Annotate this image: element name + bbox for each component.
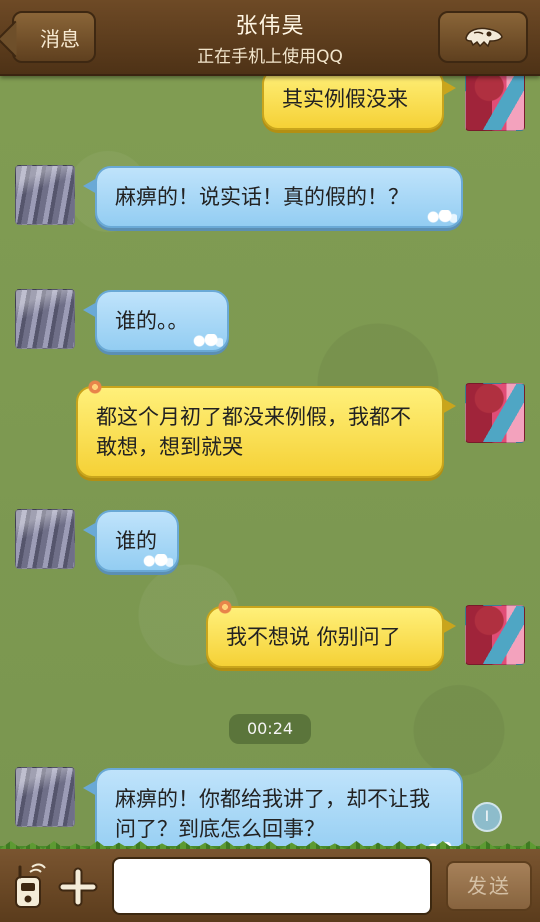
message-bubble-received[interactable]: 麻痹的！说实话！真的假的！？ [83, 166, 463, 228]
back-button-label: 消息 [40, 26, 80, 51]
message-bubble-sent[interactable]: 其实例假没来 [262, 76, 456, 130]
message-bubble-sent[interactable]: 我不想说 你别问了 [206, 600, 456, 668]
message-input[interactable] [112, 857, 432, 915]
message-bubble-received[interactable]: 谁的。。 [83, 290, 229, 352]
message-text: 我不想说 你别问了 [226, 625, 401, 649]
message-bubble-received[interactable]: 谁的 [83, 510, 179, 572]
chat-header: 消息 张伟昊 正在手机上使用QQ [0, 0, 540, 76]
more-options-button[interactable] [58, 867, 98, 907]
my-avatar[interactable] [465, 383, 525, 443]
dinosaur-skull-icon [465, 27, 503, 48]
send-button[interactable]: 发送 [446, 861, 532, 911]
contact-name: 张伟昊 [235, 14, 305, 39]
message-bubble-received[interactable]: 麻痹的！你都给我讲了，却不让我问了？到底怎么回事？ [83, 768, 463, 846]
message-text: 谁的 [115, 529, 157, 553]
friend-avatar[interactable] [15, 509, 75, 569]
voice-button[interactable] [10, 863, 46, 909]
my-avatar[interactable] [465, 605, 525, 665]
message-text: 谁的。。 [115, 309, 189, 333]
message-text: 麻痹的！说实话！真的假的！？ [115, 185, 409, 209]
message-bubble-sent[interactable]: 都这个月初了都没来例假，我都不敢想，想到就哭 [76, 380, 456, 478]
friend-avatar[interactable] [15, 289, 75, 349]
new-message-indicator[interactable]: I [472, 802, 502, 832]
contact-status: 正在手机上使用QQ [197, 47, 343, 67]
plus-icon [58, 867, 98, 907]
walkie-talkie-icon [15, 863, 46, 908]
message-text: 都这个月初了都没来例假，我都不敢想，想到就哭 [96, 405, 411, 459]
friend-avatar[interactable] [15, 767, 75, 827]
message-timestamp: 00:24 [229, 714, 311, 744]
contact-profile-button[interactable] [438, 11, 528, 63]
my-avatar[interactable] [465, 76, 525, 131]
input-bar: 发送 [0, 846, 540, 922]
friend-avatar[interactable] [15, 165, 75, 225]
chat-area[interactable]: 其实例假没来 麻痹的！说实话！真的假的！？ 谁的。。 都这个月初了都没来例假，我… [0, 76, 540, 846]
message-text: 其实例假没来 [282, 87, 408, 111]
message-text: 麻痹的！你都给我讲了，却不让我问了？到底怎么回事？ [115, 787, 430, 841]
back-button[interactable]: 消息 [12, 11, 96, 63]
